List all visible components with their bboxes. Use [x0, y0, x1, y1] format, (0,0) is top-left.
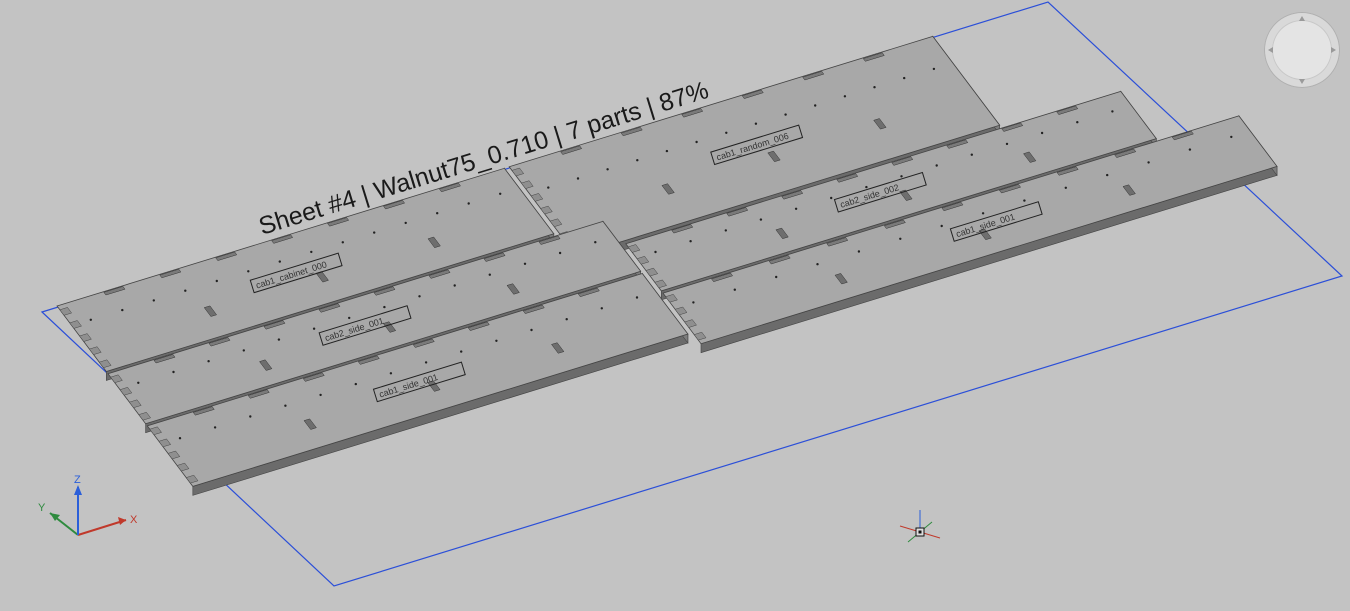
drill-hole [1023, 199, 1026, 202]
drill-hole [89, 318, 93, 321]
drill-hole [137, 381, 140, 384]
drill-hole [695, 140, 698, 144]
drill-hole [152, 299, 155, 302]
drill-hole [900, 175, 903, 178]
drill-hole [247, 270, 250, 273]
drill-hole [172, 370, 175, 374]
drill-hole [121, 308, 124, 312]
crosshair-cursor-icon [899, 510, 941, 543]
nav-arrow-west-icon[interactable] [1268, 47, 1273, 53]
drill-hole [418, 295, 421, 298]
drill-hole [830, 196, 833, 200]
drill-hole [404, 221, 407, 225]
drill-hole [689, 240, 692, 243]
drill-hole [249, 415, 252, 418]
drill-hole [816, 263, 819, 266]
drill-hole [547, 186, 550, 189]
drill-hole [636, 159, 639, 162]
drill-hole [460, 350, 463, 353]
drill-hole [843, 95, 847, 98]
axis-x-label: X [130, 514, 138, 526]
drill-hole [1230, 135, 1233, 139]
drill-hole [940, 224, 943, 228]
drill-hole [865, 185, 868, 189]
drill-hole [277, 338, 281, 341]
drill-hole [1147, 161, 1150, 164]
drill-hole [576, 177, 580, 180]
drill-hole [278, 260, 281, 263]
drill-hole [635, 296, 639, 299]
drill-hole [467, 202, 470, 205]
drill-hole [1111, 110, 1114, 113]
drill-hole [1005, 142, 1009, 146]
drill-hole [1188, 148, 1192, 151]
drill-hole [725, 131, 728, 134]
drill-hole [436, 212, 439, 215]
ucs-axis-icon: X Y Z [38, 474, 138, 536]
drill-hole [724, 229, 727, 232]
drill-hole [499, 192, 502, 195]
drill-hole [759, 218, 763, 221]
drill-hole [565, 318, 568, 321]
drill-hole [981, 212, 985, 215]
drill-hole [389, 372, 393, 375]
drill-hole [1064, 186, 1068, 189]
drill-hole [341, 241, 344, 244]
navigation-wheel-center[interactable] [1272, 20, 1332, 80]
drill-hole [665, 149, 669, 153]
model-viewport[interactable]: Sheet #4 | Walnut75_0.710 | 7 parts | 87… [0, 0, 1350, 611]
drill-hole [692, 301, 695, 304]
drill-hole [184, 289, 187, 292]
drill-hole [310, 250, 313, 254]
drill-hole [383, 305, 386, 309]
axis-z-label: Z [74, 474, 81, 486]
drill-hole [733, 288, 736, 291]
drill-hole [495, 339, 498, 342]
drill-hole [970, 153, 973, 156]
drill-hole [935, 164, 938, 167]
drill-hole [1076, 121, 1079, 124]
drill-hole [754, 122, 758, 125]
drill-hole [899, 237, 902, 240]
navigation-wheel-icon[interactable] [1264, 12, 1340, 88]
drill-hole [242, 349, 245, 352]
drill-hole [814, 104, 817, 107]
drill-hole [558, 251, 562, 255]
nav-arrow-south-icon[interactable] [1299, 79, 1305, 84]
drill-hole [213, 426, 217, 429]
drill-hole [1040, 131, 1044, 135]
drill-hole [424, 361, 428, 364]
drill-hole [373, 231, 376, 234]
nav-arrow-east-icon[interactable] [1331, 47, 1336, 53]
drill-hole [348, 316, 351, 320]
drill-hole [794, 207, 798, 210]
drill-hole [594, 241, 597, 244]
nav-arrow-north-icon[interactable] [1299, 16, 1305, 21]
drill-hole [932, 67, 936, 71]
drill-hole [784, 113, 787, 116]
drill-hole [654, 250, 657, 254]
drill-hole [775, 275, 778, 279]
drill-hole [857, 250, 861, 253]
drill-hole [453, 284, 456, 287]
drill-hole [312, 327, 316, 330]
drill-hole [903, 76, 906, 80]
drill-hole [523, 262, 527, 265]
drill-hole [606, 168, 609, 171]
axis-y-label: Y [38, 502, 46, 514]
nesting-scene[interactable]: Sheet #4 | Walnut75_0.710 | 7 parts | 87… [0, 0, 1350, 611]
drill-hole [488, 273, 491, 276]
drill-hole [215, 279, 218, 283]
drill-hole [178, 437, 182, 440]
drill-hole [284, 404, 287, 407]
drill-hole [319, 393, 322, 397]
drill-hole [1106, 173, 1109, 177]
drill-hole [354, 382, 357, 386]
drill-hole [207, 360, 210, 363]
drill-hole [873, 86, 876, 89]
drill-hole [530, 328, 533, 332]
drill-hole [600, 307, 603, 310]
